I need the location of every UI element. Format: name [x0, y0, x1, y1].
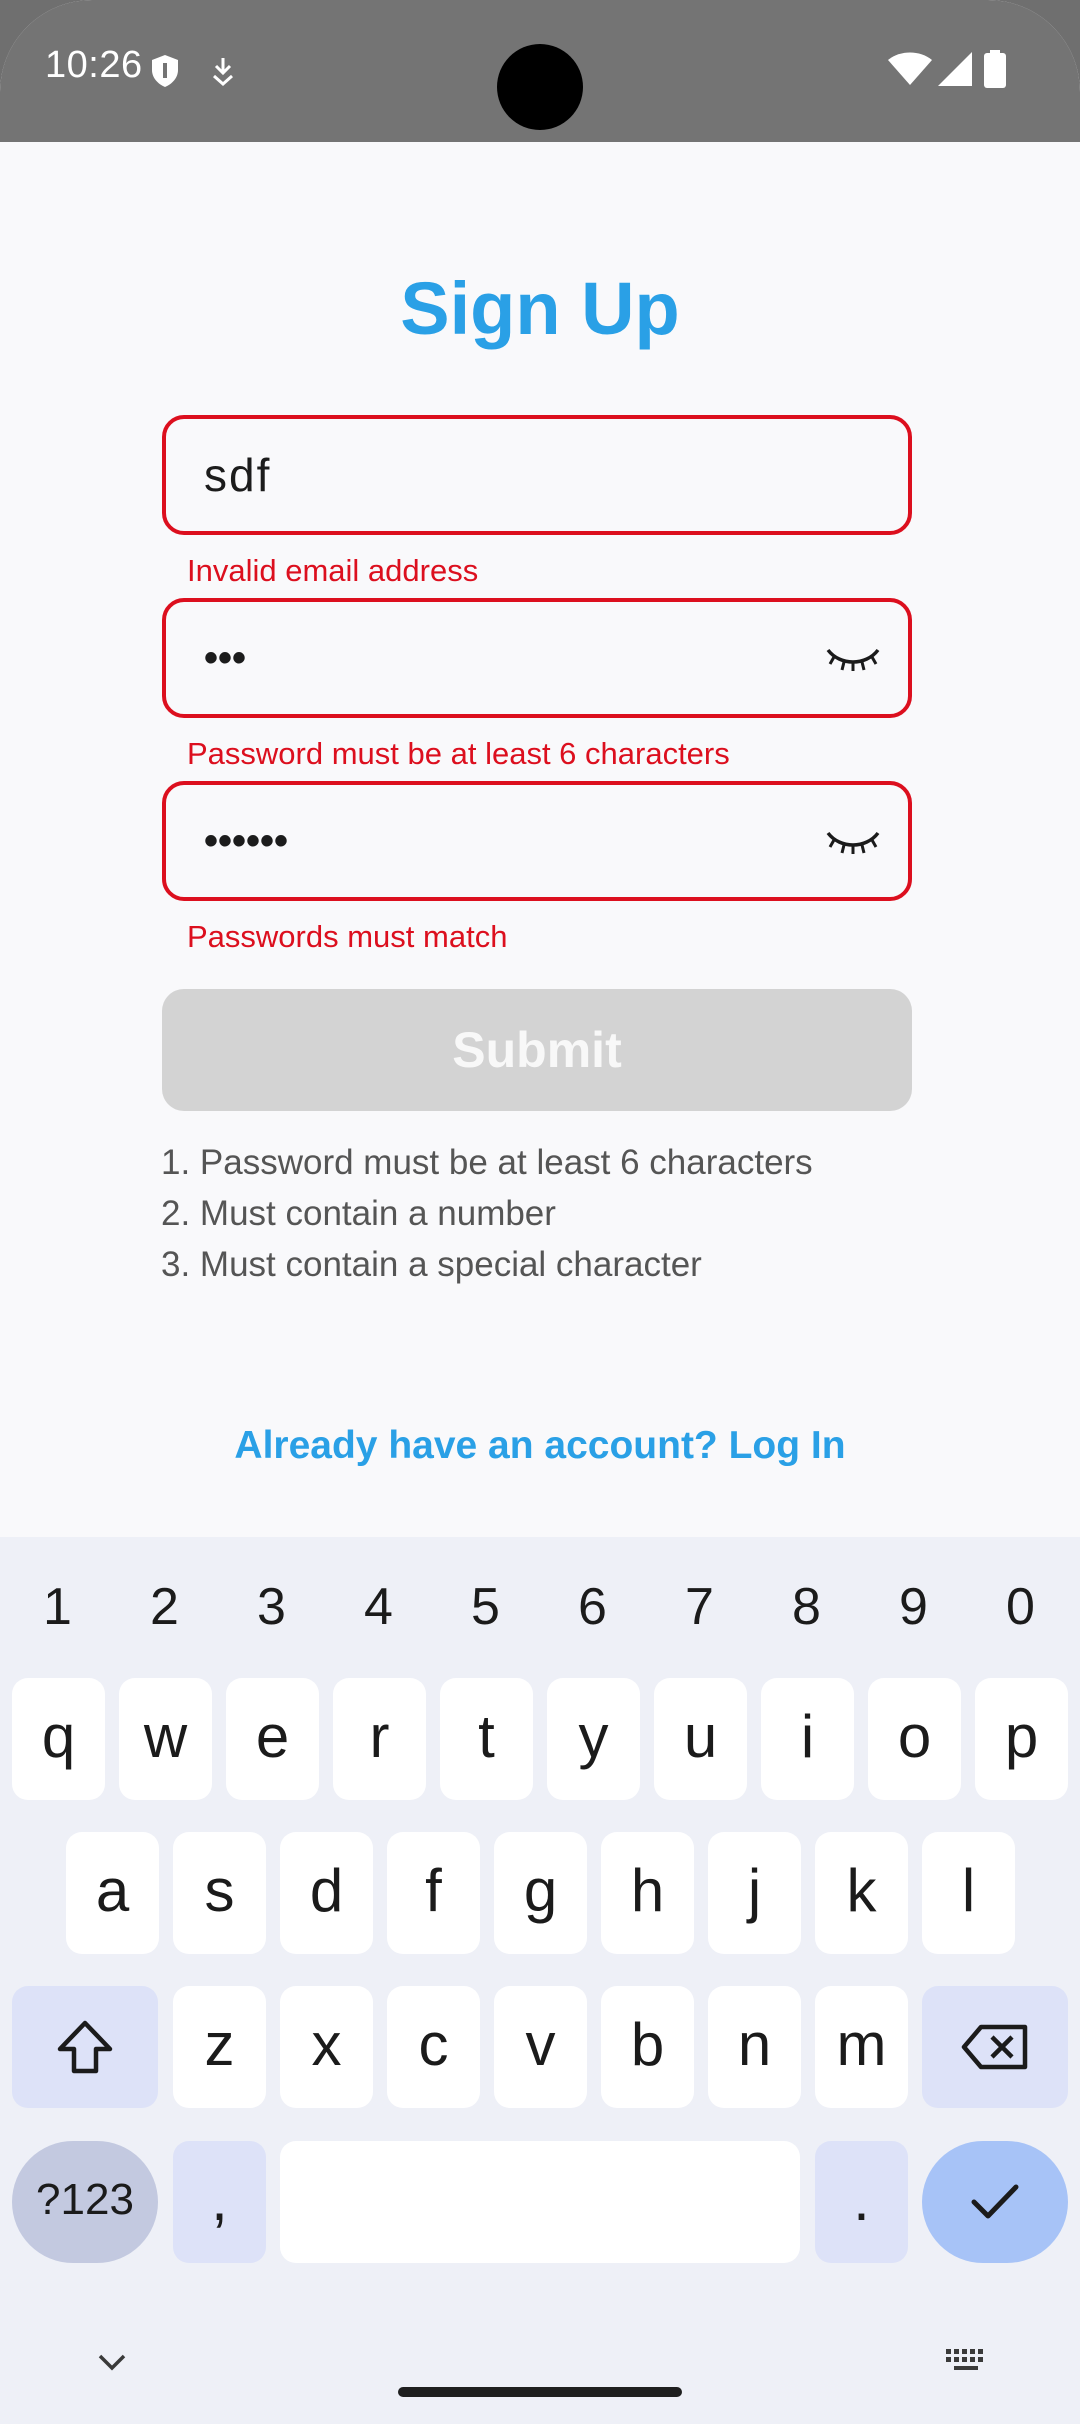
email-error: Invalid email address — [187, 553, 479, 588]
backspace-icon — [961, 2024, 1028, 2070]
key-t[interactable]: t — [440, 1678, 533, 1800]
signal-icon — [938, 52, 972, 86]
key-y[interactable]: y — [547, 1678, 640, 1800]
key-g[interactable]: g — [494, 1832, 587, 1954]
key-o[interactable]: o — [868, 1678, 961, 1800]
key-6[interactable]: 6 — [539, 1567, 646, 1647]
key-z[interactable]: z — [173, 1986, 266, 2108]
key-2[interactable]: 2 — [111, 1567, 218, 1647]
key-d[interactable]: d — [280, 1832, 373, 1954]
number-row: 1 2 3 4 5 6 7 8 9 0 — [0, 1567, 1080, 1647]
key-0[interactable]: 0 — [967, 1567, 1074, 1647]
shield-icon — [152, 55, 178, 87]
key-p[interactable]: p — [975, 1678, 1068, 1800]
battery-icon — [984, 50, 1006, 88]
key-i[interactable]: i — [761, 1678, 854, 1800]
keyboard-icon[interactable] — [944, 2347, 988, 2375]
key-b[interactable]: b — [601, 1986, 694, 2108]
wifi-icon — [888, 52, 932, 85]
key-n[interactable]: n — [708, 1986, 801, 2108]
key-f[interactable]: f — [387, 1832, 480, 1954]
key-j[interactable]: j — [708, 1832, 801, 1954]
key-s[interactable]: s — [173, 1832, 266, 1954]
download-arrow-icon — [213, 58, 233, 86]
shift-icon — [57, 2020, 113, 2074]
list-item: 2. Must contain a number — [161, 1194, 556, 1233]
password-error: Password must be at least 6 characters — [187, 736, 730, 771]
key-e[interactable]: e — [226, 1678, 319, 1800]
period-key[interactable]: . — [815, 2141, 908, 2263]
key-9[interactable]: 9 — [860, 1567, 967, 1647]
checkmark-icon — [971, 2184, 1019, 2219]
eye-closed-icon[interactable] — [824, 821, 882, 861]
password-value: ••• — [204, 636, 247, 680]
key-1[interactable]: 1 — [4, 1567, 111, 1647]
key-8[interactable]: 8 — [753, 1567, 860, 1647]
email-field[interactable]: sdf — [162, 415, 912, 535]
key-3[interactable]: 3 — [218, 1567, 325, 1647]
comma-key[interactable]: , — [173, 2141, 266, 2263]
backspace-key[interactable] — [922, 1986, 1068, 2108]
status-bar: 10:26 — [0, 0, 1080, 142]
key-q[interactable]: q — [12, 1678, 105, 1800]
page-title: Sign Up — [400, 267, 680, 350]
soft-keyboard: 1 2 3 4 5 6 7 8 9 0 q w e r t y u i o p … — [0, 1537, 1080, 2424]
key-h[interactable]: h — [601, 1832, 694, 1954]
eye-closed-icon[interactable] — [824, 638, 882, 678]
key-w[interactable]: w — [119, 1678, 212, 1800]
status-time: 10:26 — [45, 44, 143, 86]
key-x[interactable]: x — [280, 1986, 373, 2108]
key-c[interactable]: c — [387, 1986, 480, 2108]
list-item: 3. Must contain a special character — [161, 1245, 702, 1284]
key-k[interactable]: k — [815, 1832, 908, 1954]
confirm-password-error: Passwords must match — [187, 919, 508, 954]
shift-key[interactable] — [12, 1986, 158, 2108]
key-m[interactable]: m — [815, 1986, 908, 2108]
key-v[interactable]: v — [494, 1986, 587, 2108]
list-item: 1. Password must be at least 6 character… — [161, 1143, 813, 1182]
password-rules-list: 1. Password must be at least 6 character… — [161, 1137, 813, 1290]
key-5[interactable]: 5 — [432, 1567, 539, 1647]
camera-cutout — [497, 44, 583, 130]
key-u[interactable]: u — [654, 1678, 747, 1800]
login-link[interactable]: Already have an account? Log In — [0, 1424, 1080, 1468]
phone-screen: 10:26 Sign Up sdf Invalid email address … — [0, 0, 1080, 2424]
email-value: sdf — [204, 449, 272, 501]
key-7[interactable]: 7 — [646, 1567, 753, 1647]
password-field[interactable]: ••• — [162, 598, 912, 718]
submit-button[interactable]: Submit — [162, 989, 912, 1111]
key-4[interactable]: 4 — [325, 1567, 432, 1647]
confirm-password-value: •••••• — [204, 819, 289, 863]
gesture-nav-handle[interactable] — [398, 2387, 682, 2397]
key-a[interactable]: a — [66, 1832, 159, 1954]
chevron-down-icon[interactable] — [96, 2352, 128, 2372]
key-r[interactable]: r — [333, 1678, 426, 1800]
key-l[interactable]: l — [922, 1832, 1015, 1954]
symbols-key[interactable]: ?123 — [12, 2141, 158, 2263]
enter-key[interactable] — [922, 2141, 1068, 2263]
space-key[interactable] — [280, 2141, 800, 2263]
confirm-password-field[interactable]: •••••• — [162, 781, 912, 901]
signup-screen: Sign Up sdf Invalid email address ••• Pa… — [0, 142, 1080, 1537]
